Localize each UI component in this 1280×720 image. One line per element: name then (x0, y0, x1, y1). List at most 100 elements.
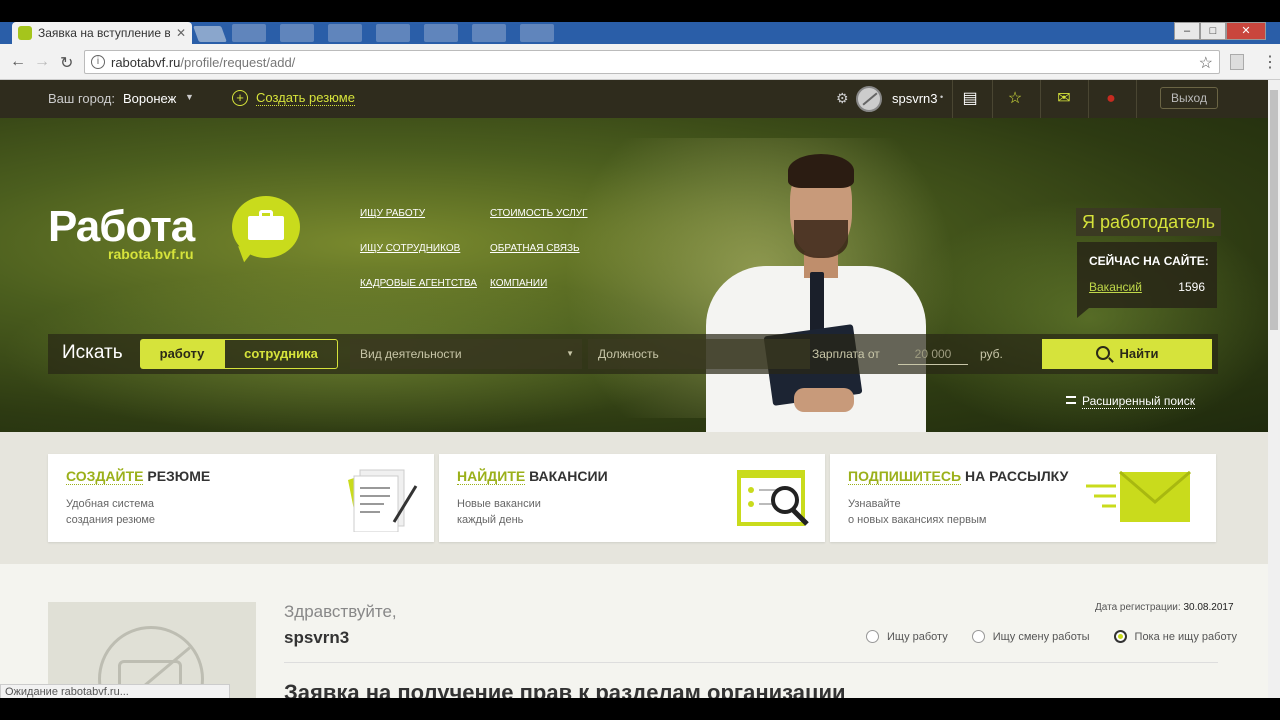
browser-menu-icon[interactable]: ⋮ (1262, 52, 1278, 72)
username[interactable]: spsvrn3 (892, 91, 938, 106)
url-domain: rabotabvf.ru (111, 54, 181, 70)
url-input[interactable]: i rabotabvf.ru/profile/request/add/ ☆ (84, 50, 1220, 74)
user-avatar[interactable] (856, 86, 882, 112)
menu-find-employees[interactable]: ИЩУ СОТРУДНИКОВ (360, 243, 460, 254)
menu-feedback[interactable]: ОБРАТНАЯ СВЯЗЬ (490, 243, 580, 254)
radio-circle[interactable] (971, 630, 985, 643)
card-title: СОЗДАЙТЕ РЕЗЮМЕ (66, 468, 211, 485)
panel-tail (1077, 308, 1089, 318)
divider (1040, 80, 1041, 118)
card-subscribe[interactable]: ПОДПИШИТЕСЬ НА РАССЫЛКУ Узнавайте о новых… (830, 454, 1216, 542)
site-info-icon[interactable]: i (91, 55, 105, 69)
employer-link[interactable]: Я работодатель (1076, 208, 1222, 236)
document-pen-icon (348, 469, 418, 532)
taskbar-item (424, 24, 458, 42)
menu-find-job[interactable]: ИЩУ РАБОТУ (360, 208, 425, 219)
new-tab-button[interactable] (193, 26, 227, 42)
divider (992, 80, 993, 118)
find-button-label: Найти (1119, 346, 1159, 361)
site-logo-domain[interactable]: rabota.bvf.ru (108, 246, 194, 262)
back-arrow-icon[interactable]: ← (10, 53, 26, 71)
feature-cards: СОЗДАЙТЕ РЕЗЮМЕ Удобная система создания … (0, 432, 1268, 564)
profile-section: Здравствуйте, spsvrn3 Дата регистрации: … (0, 564, 1268, 698)
position-input[interactable]: Должность (588, 339, 810, 369)
url-path: /profile/request/add/ (180, 54, 296, 70)
window-close-button[interactable]: ✕ (1226, 22, 1266, 40)
radio-circle[interactable] (866, 630, 879, 643)
extension-icon[interactable] (1230, 54, 1244, 70)
user-menu-chevron-icon[interactable]: • (940, 92, 943, 102)
profile-name: spsvrn3 (284, 628, 350, 647)
advanced-search-label: Расширенный поиск (1082, 394, 1195, 409)
job-status-radios: Ищу работу Ищу смену работы Пока не ищу … (866, 630, 1261, 643)
screen: Заявка на вступление в ✕ – □ ✕ ← → ↻ i r… (0, 0, 1280, 720)
activity-select[interactable]: Вид деятельности ▼ (350, 339, 582, 369)
folder-magnifier-icon (737, 470, 809, 526)
divider (952, 80, 953, 118)
menu-companies[interactable]: КОМПАНИИ (490, 278, 547, 289)
minimize-button[interactable]: – (1174, 22, 1200, 40)
window-controls: – □ ✕ (1174, 22, 1266, 40)
web-page: Ваш город: Воронеж ▼ + Создать резюме ⚙ … (0, 80, 1268, 698)
menu-pricing[interactable]: СТОИМОСТЬ УСЛУГ (490, 208, 588, 219)
logout-button[interactable]: Выход (1160, 87, 1218, 109)
reload-icon[interactable]: ↻ (60, 53, 73, 73)
briefcase-body (248, 216, 284, 240)
onsite-stats-panel: СЕЙЧАС НА САЙТЕ: Вакансий 1596 (1077, 242, 1217, 318)
activity-placeholder: Вид деятельности (360, 347, 462, 361)
greeting: Здравствуйте, (284, 602, 397, 621)
card-create-resume[interactable]: СОЗДАЙТЕ РЕЗЮМЕ Удобная система создания … (48, 454, 434, 542)
divider (1088, 80, 1089, 118)
advanced-search-link[interactable]: Расширенный поиск (1066, 394, 1195, 409)
menu-agencies[interactable]: КАДРОВЫЕ АГЕНТСТВА (360, 278, 477, 289)
site-top-nav: Ваш город: Воронеж ▼ + Создать резюме ⚙ … (0, 80, 1268, 118)
star-icon[interactable]: ☆ (1005, 89, 1025, 109)
status-option-not-looking[interactable]: Пока не ищу работу (1113, 630, 1237, 643)
chevron-down-icon[interactable]: ▼ (185, 92, 194, 102)
chat-icon[interactable]: ✉ (1054, 89, 1074, 109)
search-toggle-work[interactable]: работу (140, 339, 224, 369)
currency-label: руб. (980, 347, 1003, 361)
find-button[interactable]: Найти (1042, 339, 1212, 369)
request-title: Заявка на получение прав к разделам орга… (284, 680, 846, 698)
site-favicon-icon (18, 26, 32, 40)
chevron-down-icon: ▼ (566, 349, 574, 358)
taskbar-item (280, 24, 314, 42)
tab-title: Заявка на вступление в (38, 26, 170, 40)
card-description: Новые вакансии каждый день (457, 498, 541, 526)
list-icon (1066, 396, 1076, 404)
hero-banner: Работа rabota.bvf.ru ИЩУ РАБОТУ ИЩУ СОТР… (0, 118, 1268, 432)
browser-tabbar: Заявка на вступление в ✕ – □ ✕ (0, 22, 1280, 44)
radio-circle[interactable] (1113, 630, 1127, 643)
taskbar-item (376, 24, 410, 42)
taskbar-item (328, 24, 362, 42)
salary-input[interactable]: 20 000 (898, 345, 968, 365)
document-icon[interactable]: ▤ (960, 89, 980, 109)
card-description: Удобная система создания резюме (66, 498, 156, 526)
site-logo-text[interactable]: Работа (48, 202, 195, 252)
card-find-vacancies[interactable]: НАЙДИТЕ ВАКАНСИИ Новые вакансии каждый де… (439, 454, 825, 542)
status-option-looking[interactable]: Ищу работу (866, 630, 948, 643)
create-resume-link[interactable]: + Создать резюме (232, 90, 355, 106)
gear-icon[interactable]: ⚙ (836, 90, 849, 107)
bookmark-star-icon[interactable]: ☆ (1199, 53, 1213, 73)
browser-tab[interactable]: Заявка на вступление в ✕ (12, 22, 192, 44)
screen-bottom-border (0, 698, 1280, 720)
onsite-title: СЕЙЧАС НА САЙТЕ: (1089, 254, 1209, 268)
status-option-change[interactable]: Ищу смену работы (971, 630, 1090, 643)
card-title: ПОДПИШИТЕСЬ НА РАССЫЛКУ (848, 468, 1069, 485)
vacancies-link[interactable]: Вакансий (1089, 280, 1142, 294)
tab-close-icon[interactable]: ✕ (176, 26, 186, 40)
search-toggle-employee[interactable]: сотрудника (224, 339, 338, 369)
city-select[interactable]: Воронеж (123, 91, 176, 106)
scrollbar[interactable] (1268, 80, 1280, 698)
maximize-button[interactable]: □ (1200, 22, 1226, 40)
registration-date: Дата регистрации: 30.08.2017 (1095, 602, 1234, 613)
notification-icon[interactable]: ● (1101, 89, 1121, 109)
briefcase-logo-icon[interactable] (232, 196, 300, 258)
forward-arrow-icon[interactable]: → (34, 53, 50, 71)
background-taskbar (232, 24, 554, 42)
salary-label: Зарплата от (812, 347, 880, 361)
salary-filter: Зарплата от 20 000 руб. (812, 339, 1032, 369)
scrollbar-thumb[interactable] (1270, 90, 1278, 330)
